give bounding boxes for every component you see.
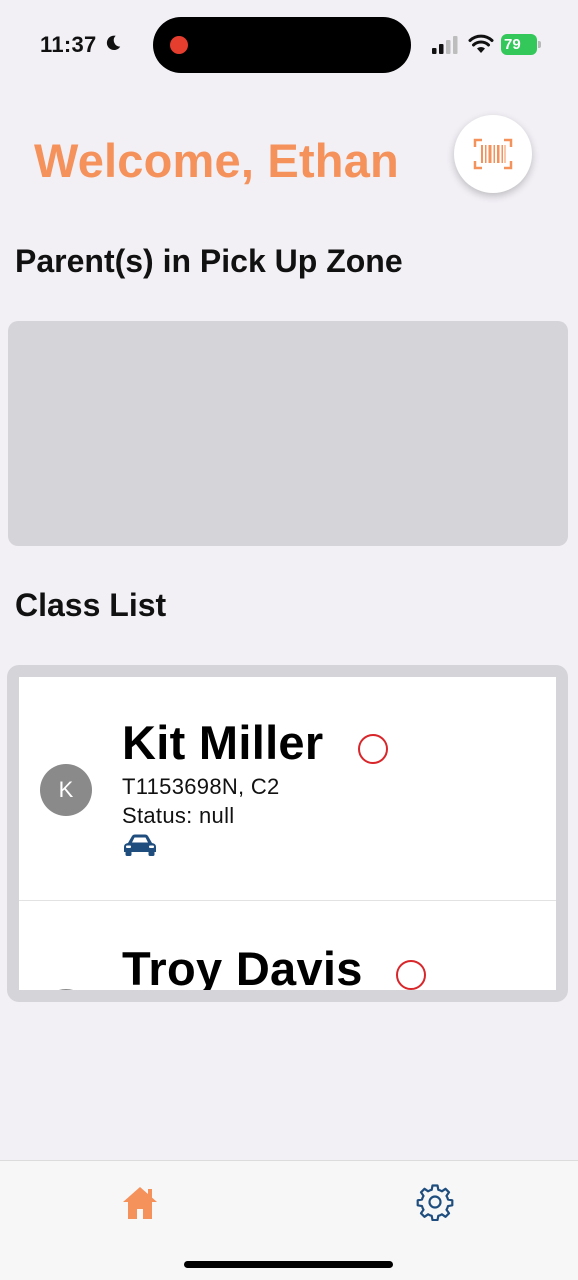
student-name: Troy Davis (122, 942, 363, 990)
battery-icon: 79 (501, 34, 541, 55)
recording-indicator-icon (170, 36, 188, 54)
welcome-title: Welcome, Ethan (34, 134, 399, 187)
car-icon (124, 834, 156, 856)
home-indicator (184, 1261, 393, 1268)
battery-level: 79 (501, 34, 537, 55)
status-circle-icon (396, 960, 426, 990)
avatar: T (40, 989, 92, 990)
avatar: K (40, 764, 92, 816)
student-id-class: T1153698N, C2 (122, 774, 280, 799)
gear-icon[interactable] (416, 1183, 454, 1221)
pickup-zone-panel (8, 321, 568, 546)
barcode-scan-icon (473, 138, 513, 170)
tab-bar (0, 1160, 578, 1280)
status-time: 11:37 (40, 32, 97, 57)
wifi-icon (468, 34, 494, 53)
class-list-title: Class List (15, 587, 167, 623)
dynamic-island (153, 17, 411, 73)
status-circle-icon (358, 734, 388, 764)
student-name: Kit Miller (122, 716, 324, 769)
scan-barcode-button[interactable] (454, 115, 532, 193)
class-list[interactable]: K Kit Miller T1153698N, C2 Status: null … (19, 677, 556, 990)
moon-icon (106, 35, 121, 51)
pickup-zone-title: Parent(s) in Pick Up Zone (15, 243, 403, 279)
student-row[interactable]: K Kit Miller T1153698N, C2 Status: null (19, 677, 556, 901)
home-icon[interactable] (120, 1183, 160, 1223)
student-status: Status: null (122, 803, 235, 828)
status-bar: 11:37 79 (0, 0, 578, 90)
student-row[interactable]: T Troy Davis (19, 901, 556, 990)
signal-icon (432, 36, 458, 54)
